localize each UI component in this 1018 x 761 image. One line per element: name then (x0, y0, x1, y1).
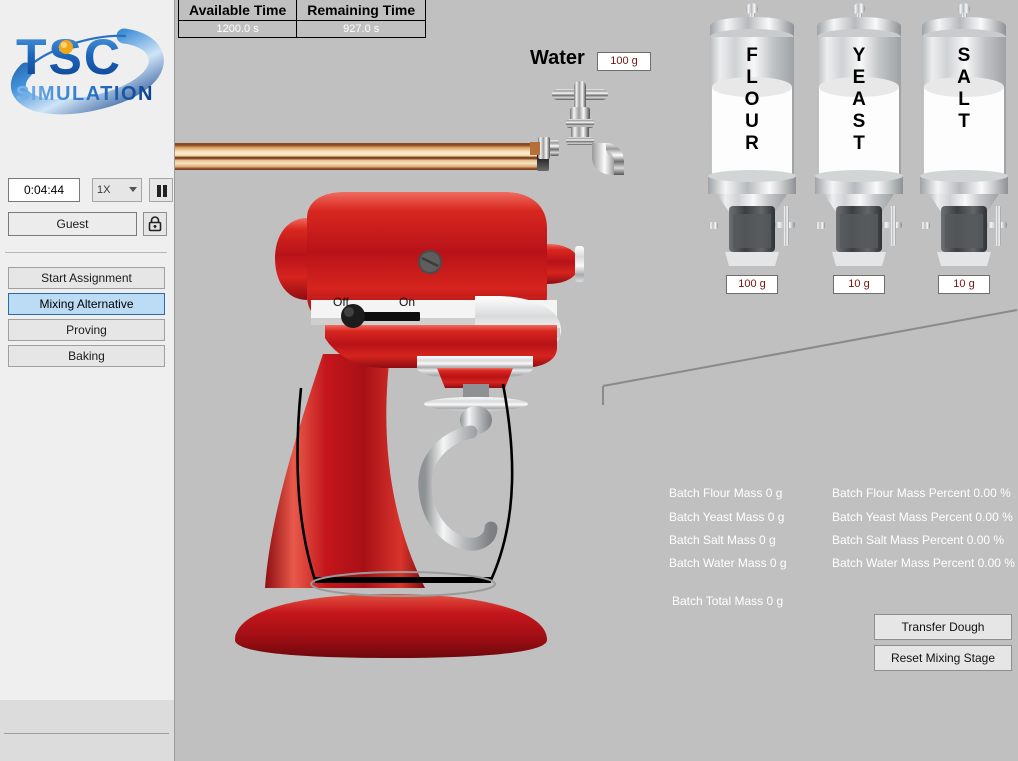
dispenser-flour-mass-input[interactable]: 100 g (726, 275, 778, 294)
sidebar-item-label: Mixing Alternative (39, 297, 134, 311)
dispenser-label-flour: FLOUR (705, 45, 799, 155)
dispenser-yeast[interactable]: YEAST 10 g (812, 0, 906, 294)
dispenser-yeast-mass-input[interactable]: 10 g (833, 275, 885, 294)
sidebar-item-baking[interactable]: Baking (8, 345, 165, 367)
sidebar: TSC SIMULATION 0:04:44 1X Guest Start As… (0, 0, 175, 761)
sidebar-item-proving[interactable]: Proving (8, 319, 165, 341)
simulation-canvas: Available Time Remaining Time 1200.0 s 9… (175, 0, 1018, 761)
dispenser-letter: S (852, 111, 866, 132)
pause-icon-bar-right (163, 185, 167, 197)
dispenser-flour[interactable]: FLOUR 100 g (705, 0, 799, 294)
batch-water-percent: Batch Water Mass Percent 0.00 % (832, 556, 1015, 570)
dispenser-letter: A (957, 67, 971, 88)
table-header-row: Available Time Remaining Time (177, 0, 427, 21)
batch-flour-mass: Batch Flour Mass 0 g (669, 486, 783, 500)
dispenser-salt-mass-input[interactable]: 10 g (938, 275, 990, 294)
batch-flour-percent: Batch Flour Mass Percent 0.00 % (832, 486, 1011, 500)
speed-select-value: 1X (97, 184, 111, 196)
remaining-time-value: 927.0 s (296, 20, 427, 38)
pause-button[interactable] (149, 178, 173, 202)
remaining-time-header: Remaining Time (296, 0, 427, 21)
water-faucet[interactable] (530, 77, 650, 182)
chevron-down-icon (129, 187, 137, 192)
speed-select[interactable]: 1X (92, 178, 142, 202)
dispenser-label-yeast: YEAST (812, 45, 906, 155)
dispenser-letter: Y (852, 45, 866, 66)
dispenser-label-salt: SALT (917, 45, 1011, 133)
sidebar-divider-top (5, 252, 167, 253)
sidebar-item-mixing-alternative[interactable]: Mixing Alternative (8, 293, 165, 315)
batch-total-mass: Batch Total Mass 0 g (672, 594, 784, 608)
lock-icon (148, 216, 162, 232)
dispenser-letter: F (746, 45, 758, 66)
water-mass-input[interactable]: 100 g (597, 52, 651, 71)
batch-water-mass: Batch Water Mass 0 g (669, 556, 787, 570)
simulation-time-controls: 0:04:44 1X (8, 178, 173, 202)
dispenser-letter: T (958, 111, 970, 132)
pause-icon-bar-left (157, 185, 161, 197)
batch-salt-mass: Batch Salt Mass 0 g (669, 533, 776, 547)
ingredient-feed-line (575, 300, 1018, 420)
sidebar-item-label: Start Assignment (41, 271, 132, 285)
elapsed-time-display[interactable]: 0:04:44 (8, 178, 80, 202)
sidebar-item-start-assignment[interactable]: Start Assignment (8, 267, 165, 289)
dispenser-letter: A (852, 89, 866, 110)
reset-mixing-stage-button[interactable]: Reset Mixing Stage (874, 645, 1012, 671)
svg-text:SIMULATION: SIMULATION (16, 83, 154, 105)
lock-button[interactable] (143, 212, 167, 236)
stand-mixer[interactable]: Off On (175, 188, 615, 663)
batch-yeast-percent: Batch Yeast Mass Percent 0.00 % (832, 510, 1013, 524)
sidebar-item-label: Baking (68, 349, 105, 363)
available-time-header: Available Time (177, 0, 298, 21)
dispenser-salt[interactable]: SALT 10 g (917, 0, 1011, 294)
tsc-simulation-logo: TSC SIMULATION (6, 14, 171, 142)
batch-yeast-mass: Batch Yeast Mass 0 g (669, 510, 785, 524)
user-name-field[interactable]: Guest (8, 212, 137, 236)
dispenser-letter: L (746, 67, 758, 88)
dispenser-letter: S (957, 45, 971, 66)
mixer-switch-off-label: Off (333, 295, 349, 309)
mixer-switch-on-label: On (399, 295, 416, 309)
svg-text:TSC: TSC (16, 29, 122, 85)
sidebar-item-label: Proving (66, 323, 107, 337)
dispenser-letter: T (853, 133, 865, 154)
table-row: 1200.0 s 927.0 s (177, 20, 427, 38)
transfer-dough-button[interactable]: Transfer Dough (874, 614, 1012, 640)
water-label: Water (530, 47, 585, 69)
dispenser-letter: U (745, 111, 759, 132)
available-time-value: 1200.0 s (177, 20, 298, 38)
batch-salt-percent: Batch Salt Mass Percent 0.00 % (832, 533, 1005, 547)
dispenser-letter: R (745, 133, 759, 154)
time-table: Available Time Remaining Time 1200.0 s 9… (177, 0, 427, 38)
sidebar-divider-bottom (4, 733, 169, 734)
dispenser-letter: O (744, 89, 760, 110)
copper-pipe (175, 143, 545, 170)
dispenser-letter: E (852, 67, 866, 88)
sidebar-footer-area (0, 700, 174, 761)
dispenser-letter: L (958, 89, 970, 110)
